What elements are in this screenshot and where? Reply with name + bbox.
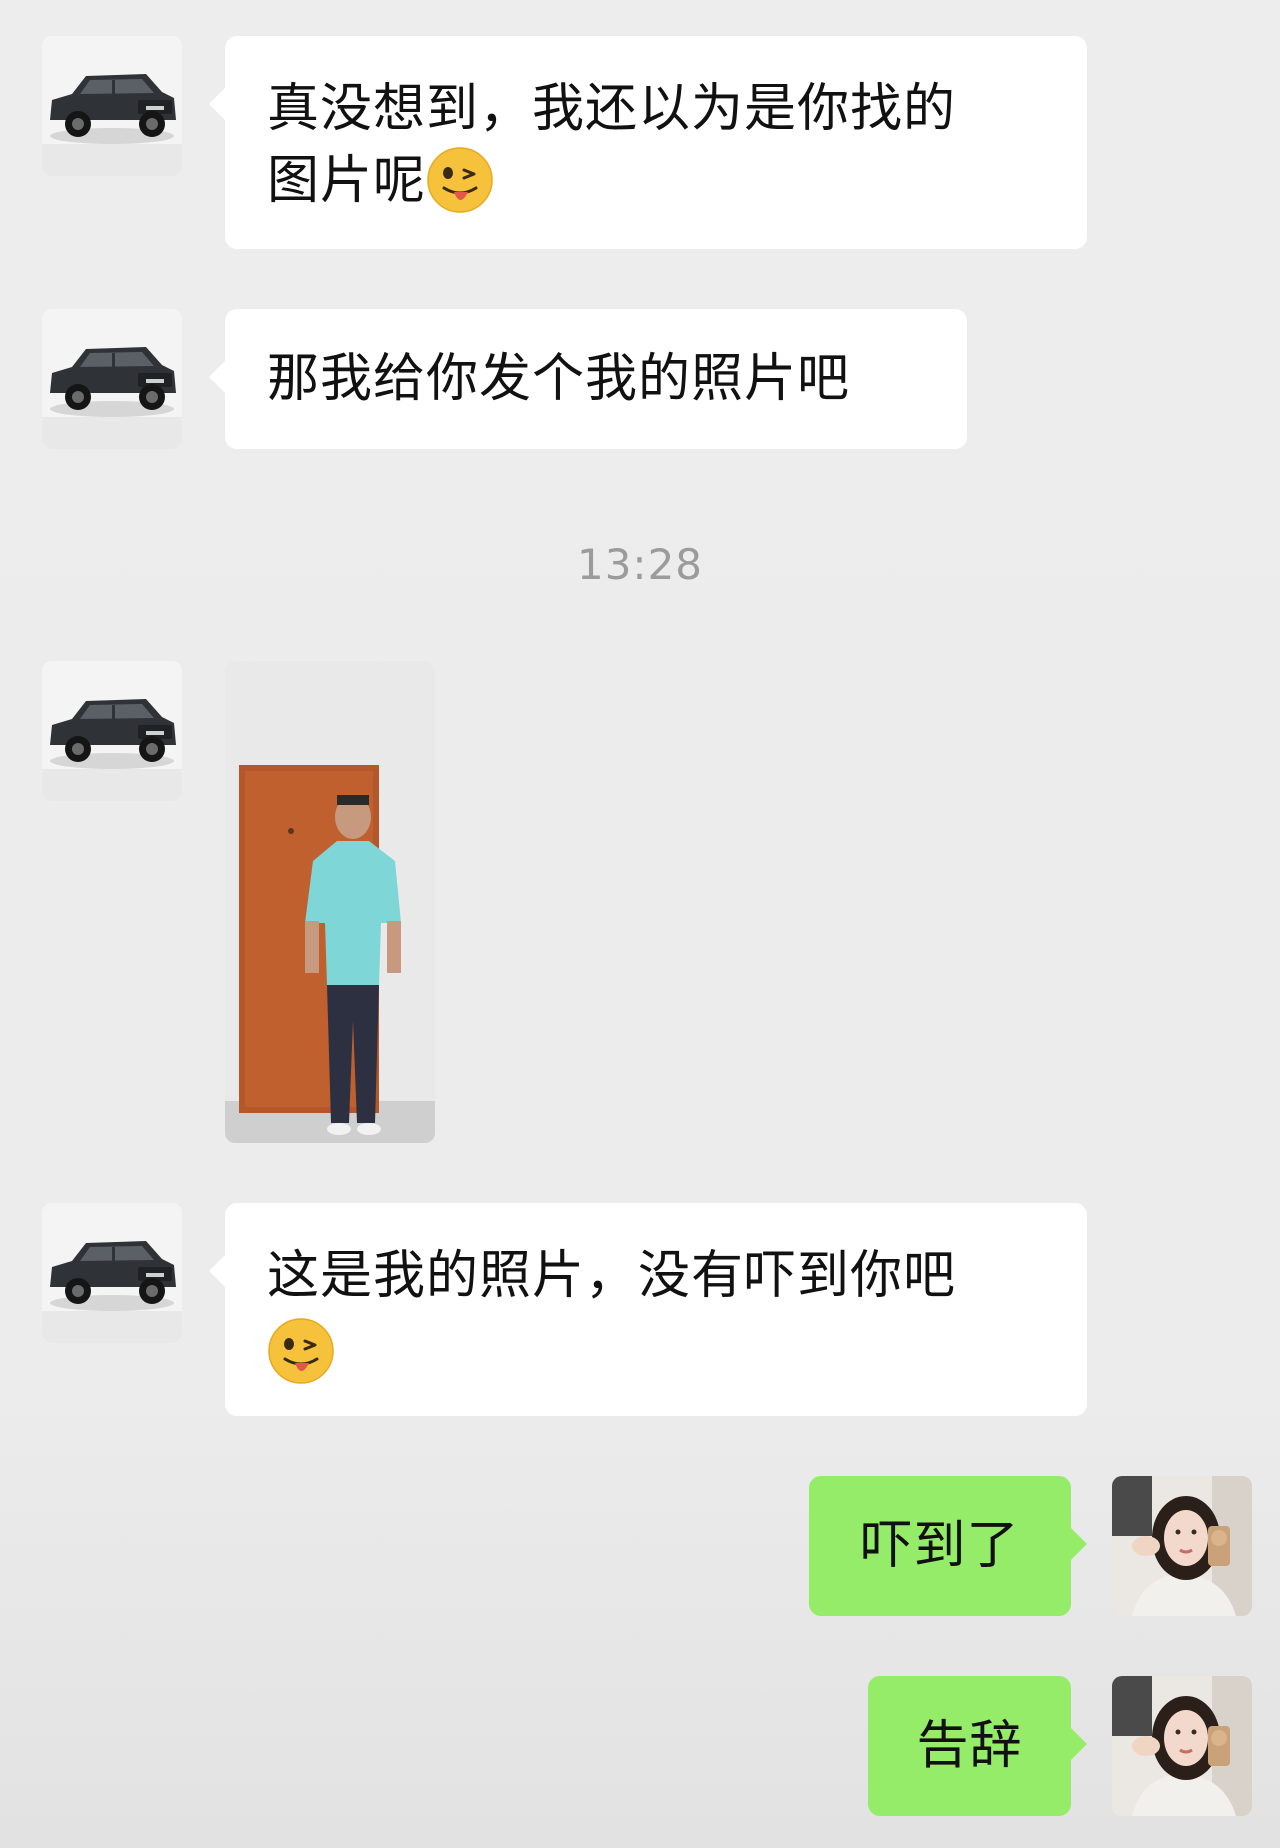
person-photo (225, 661, 435, 1143)
car-avatar-icon (42, 661, 182, 801)
message-bubble[interactable]: 那我给你发个我的照片吧 (209, 309, 967, 449)
my-message-bubble[interactable]: 吓到了 (809, 1476, 1087, 1616)
message-text: 那我给你发个我的照片吧 (267, 349, 851, 409)
bubble-tail (1071, 1528, 1087, 1560)
message-bubble[interactable]: 这是我的照片，没有吓到你吧 (209, 1203, 1087, 1416)
my-avatar[interactable] (1112, 1476, 1252, 1616)
message-text-line: 真没想到，我还以为是你找的 (267, 79, 957, 139)
sender-avatar[interactable] (42, 1203, 182, 1343)
wink-tongue-emoji-icon (267, 1317, 335, 1385)
woman-avatar-icon (1112, 1476, 1252, 1616)
my-avatar[interactable] (1112, 1676, 1252, 1816)
bubble-tail (1071, 1728, 1087, 1760)
message-text: 吓到了 (860, 1516, 1020, 1576)
photo-message[interactable] (225, 661, 435, 1143)
sender-avatar[interactable] (42, 661, 182, 801)
car-avatar-icon (42, 36, 182, 176)
message-text: 图片呢 (267, 151, 427, 211)
message-text: 这是我的照片，没有吓到你吧 (267, 1246, 957, 1306)
wink-tongue-emoji-icon (426, 146, 494, 214)
sender-avatar[interactable] (42, 309, 182, 449)
bubble-tail (209, 361, 225, 393)
my-message-bubble[interactable]: 告辞 (868, 1676, 1087, 1816)
bubble-tail (209, 88, 225, 120)
car-avatar-icon (42, 1203, 182, 1343)
timestamp: 13:28 (576, 540, 704, 589)
sender-avatar[interactable] (42, 36, 182, 176)
bubble-tail (209, 1255, 225, 1287)
woman-avatar-icon (1112, 1676, 1252, 1816)
car-avatar-icon (42, 309, 182, 449)
message-emoji-line (267, 1312, 1045, 1385)
message-text-line-2: 图片呢 (267, 145, 1045, 217)
message-text: 告辞 (916, 1716, 1023, 1776)
message-bubble[interactable]: 真没想到，我还以为是你找的 图片呢 (209, 36, 1087, 249)
